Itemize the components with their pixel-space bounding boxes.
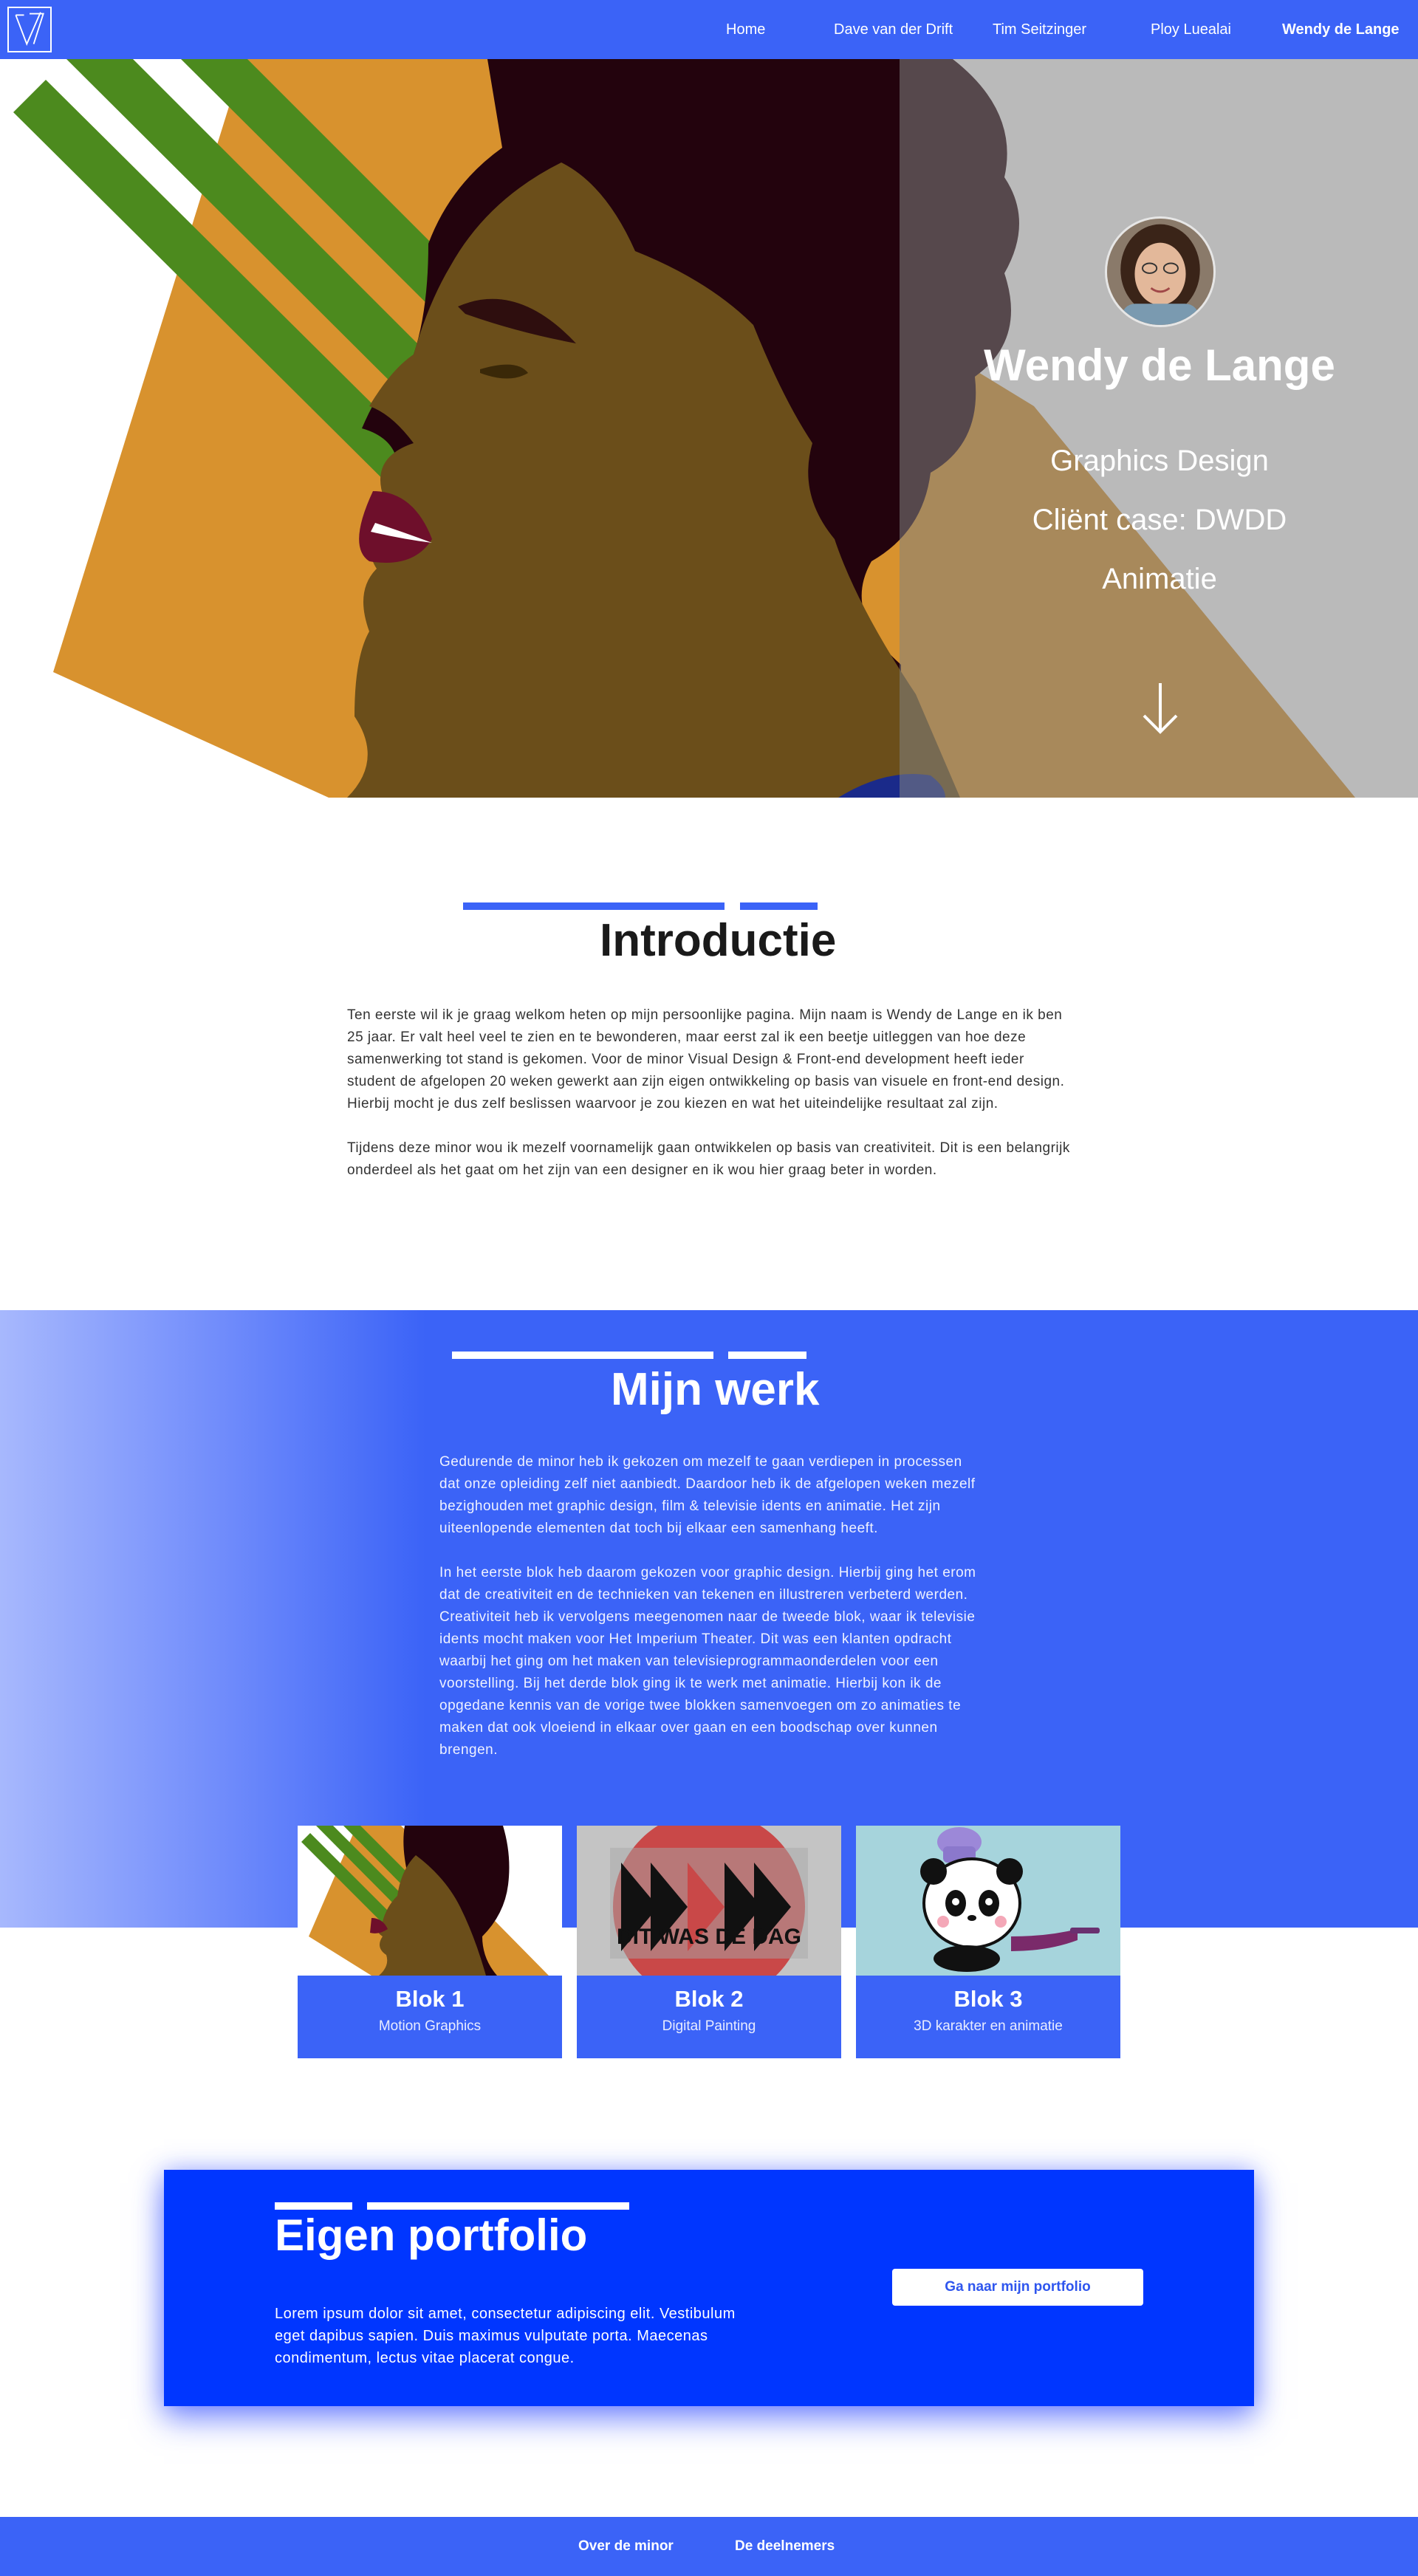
nav-item-ploy-luealai[interactable]: Ploy Luealai <box>1151 0 1231 59</box>
logo-mark-icon <box>15 12 44 47</box>
intro-title: Introductie <box>600 915 837 966</box>
card-image <box>298 1826 562 1976</box>
intro-paragraph: Ten eerste wil ik je graag welkom heten … <box>347 1007 1065 1111</box>
work-paragraph: Gedurende de minor heb ik gekozen om mez… <box>439 1454 976 1536</box>
portfolio-button[interactable]: Ga naar mijn portfolio <box>892 2269 1143 2306</box>
card-subtitle: 3D karakter en animatie <box>914 2018 1063 2034</box>
footer-link-de-deelnemers[interactable]: De deelnemers <box>735 2517 835 2576</box>
profile-photo <box>1107 219 1213 325</box>
nav-item-tim-seitzinger[interactable]: Tim Seitzinger <box>993 0 1086 59</box>
hero-subtitle-animatie: Animatie <box>1102 563 1217 595</box>
portfolio-title-bars <box>275 2202 629 2210</box>
card-body: Blok 2 Digital Painting <box>577 1976 841 2058</box>
work-text: Gedurende de minor heb ik gekozen om mez… <box>439 1451 986 1761</box>
work-title-bars <box>452 1352 806 1359</box>
logo[interactable] <box>7 7 52 52</box>
footer-link-over-de-minor[interactable]: Over de minor <box>578 2517 674 2576</box>
card-body: Blok 1 Motion Graphics <box>298 1976 562 2058</box>
digital-painting-thumbnail: DIT WAS DE DAG <box>577 1826 841 1976</box>
card-blok-3[interactable]: Blok 3 3D karakter en animatie <box>856 1826 1120 2058</box>
hero-subtitle-graphics: Graphics Design <box>1050 445 1269 477</box>
card-image <box>856 1826 1120 1976</box>
card-blok-2[interactable]: DIT WAS DE DAG Blok 2 Digital Painting <box>577 1826 841 2058</box>
motion-graphics-thumbnail <box>298 1826 562 1976</box>
hero-name: Wendy de Lange <box>984 340 1335 390</box>
navbar: Home Dave van der Drift Tim Seitzinger P… <box>0 0 1418 59</box>
portfolio-text: Lorem ipsum dolor sit amet, consectetur … <box>275 2306 736 2366</box>
nav-item-wendy-de-lange[interactable]: Wendy de Lange <box>1282 0 1400 59</box>
card-image-text: DIT WAS DE DAG <box>617 1925 801 1949</box>
card-subtitle: Motion Graphics <box>378 2018 482 2034</box>
nav-item-home[interactable]: Home <box>726 0 765 59</box>
hero: Wendy de Lange Graphics Design Cliënt ca… <box>0 59 1418 798</box>
nav-item-dave-van-der-drift[interactable]: Dave van der Drift <box>834 0 953 59</box>
intro-text: Ten eerste wil ik je graag welkom heten … <box>347 1004 1071 1182</box>
card-title: Blok 1 <box>395 1986 465 2012</box>
card-subtitle: Digital Painting <box>662 2018 756 2034</box>
arrow-down-icon[interactable] <box>1141 682 1179 735</box>
work-paragraph: In het eerste blok heb daarom gekozen vo… <box>439 1565 976 1758</box>
footer: Over de minor De deelnemers <box>0 2517 1418 2576</box>
intro-paragraph: Tijdens deze minor wou ik mezelf voornam… <box>347 1140 1070 1178</box>
portfolio-title: Eigen portfolio <box>275 2210 588 2260</box>
card-image: DIT WAS DE DAG <box>577 1826 841 1976</box>
hero-subtitle-client-case: Cliënt case: DWDD <box>1032 504 1287 536</box>
work-title: Mijn werk <box>611 1364 820 1415</box>
intro-title-bars <box>463 902 818 910</box>
card-title: Blok 3 <box>953 1986 1023 2012</box>
card-title: Blok 2 <box>674 1986 744 2012</box>
3d-panda-thumbnail <box>856 1826 1120 1976</box>
card-body: Blok 3 3D karakter en animatie <box>856 1976 1120 2058</box>
card-blok-1[interactable]: Blok 1 Motion Graphics <box>298 1826 562 2058</box>
avatar <box>1105 216 1216 327</box>
